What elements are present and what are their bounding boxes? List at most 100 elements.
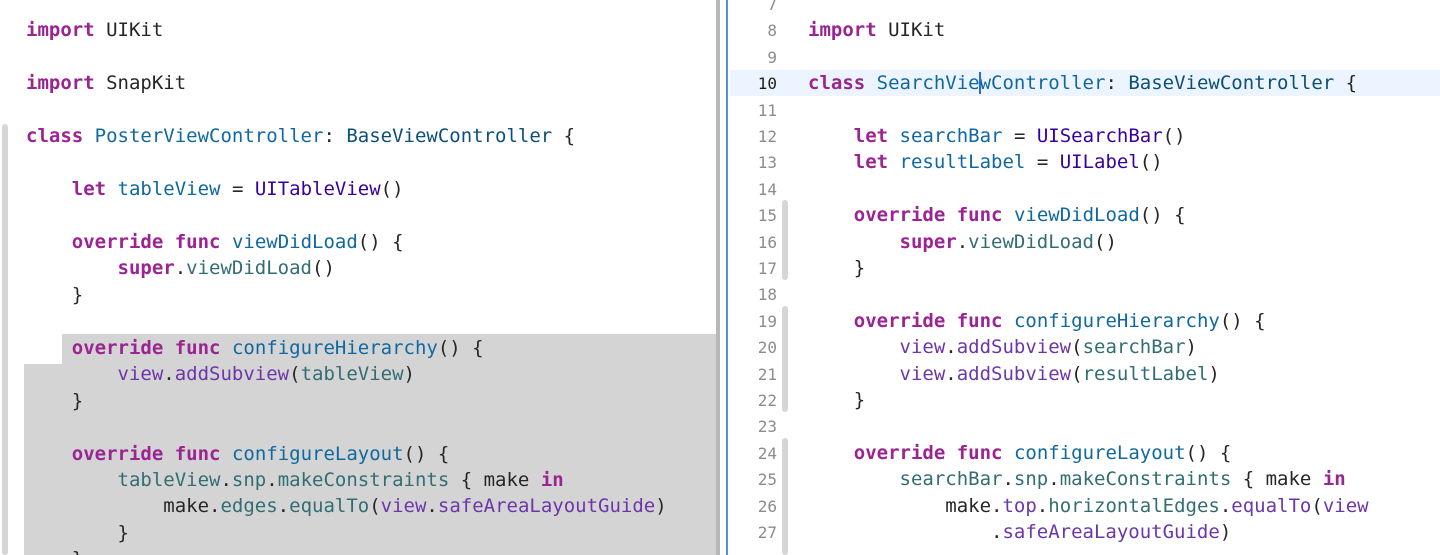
code-token: . — [426, 495, 438, 517]
code-token: . — [220, 469, 232, 491]
code-token: SnapKit — [94, 72, 187, 94]
code-line[interactable]: make.top.horizontalEdges.equalTo(view — [808, 493, 1368, 519]
code-fold-ribbon[interactable] — [2, 230, 8, 310]
line-number[interactable]: 20 — [720, 335, 777, 361]
code-line[interactable]: .safeAreaLayoutGuide) — [808, 519, 1231, 545]
line-number[interactable]: 10 — [720, 71, 777, 97]
line-number[interactable]: 12 — [720, 124, 777, 150]
code-token: } — [26, 548, 83, 555]
line-number[interactable]: 14 — [720, 177, 777, 203]
code-token: = — [1002, 125, 1037, 147]
line-number[interactable]: 24 — [720, 441, 777, 467]
line-number[interactable]: 7 — [720, 0, 777, 18]
code-line[interactable]: super.viewDidLoad() — [26, 255, 335, 281]
code-line[interactable]: override func viewDidLoad() { — [808, 202, 1186, 228]
code-line[interactable]: } — [26, 282, 83, 308]
code-line[interactable]: let resultLabel = UILabel() — [808, 149, 1163, 175]
code-line[interactable]: class PosterViewController: BaseViewCont… — [26, 123, 575, 149]
line-number[interactable]: 13 — [720, 150, 777, 176]
code-token: import — [26, 19, 95, 41]
code-token: class — [808, 72, 866, 95]
code-line[interactable]: tableView.snp.makeConstraints { make in — [26, 467, 564, 493]
code-token: view — [899, 362, 946, 385]
code-line[interactable]: } — [808, 387, 865, 413]
code-token: ( — [369, 495, 381, 517]
code-line[interactable]: } — [26, 520, 129, 546]
line-number[interactable]: 16 — [720, 230, 777, 256]
code-token: addSubview — [956, 336, 1072, 359]
code-line[interactable]: } — [808, 255, 865, 281]
code-token: view — [380, 495, 427, 517]
code-line[interactable]: override func viewDidLoad() { — [26, 229, 404, 255]
code-fold-ribbon[interactable] — [2, 336, 8, 555]
code-line[interactable]: class SearchViewController: BaseViewCont… — [808, 70, 1357, 96]
line-number[interactable]: 9 — [720, 45, 777, 71]
code-token: () — [380, 178, 404, 200]
line-number[interactable]: 21 — [720, 362, 777, 388]
code-fold-ribbon[interactable] — [782, 438, 788, 555]
line-number[interactable]: 8 — [720, 18, 777, 44]
code-token: makeConstraints — [277, 469, 450, 491]
code-line[interactable]: super.viewDidLoad() — [808, 229, 1117, 255]
code-token: let — [853, 125, 889, 147]
code-token: () { — [357, 231, 404, 253]
code-token: { make — [1231, 468, 1323, 491]
code-token: UISearchBar — [1036, 125, 1163, 147]
line-number[interactable]: 22 — [720, 388, 777, 414]
code-fold-ribbon[interactable] — [782, 306, 788, 412]
code-line[interactable]: make.edges.equalTo(view.safeAreaLayoutGu… — [26, 493, 666, 519]
code-line[interactable]: view.addSubview(resultLabel) — [808, 361, 1220, 387]
code-token: ( — [1311, 494, 1323, 517]
code-token: . — [945, 362, 957, 385]
code-line[interactable]: let searchBar = UISearchBar() — [808, 123, 1186, 149]
left-editor-pane[interactable]: import UIKit import SnapKit class PosterVi… — [0, 0, 716, 555]
code-token: () { — [437, 337, 484, 359]
line-number[interactable]: 27 — [720, 520, 777, 546]
code-line[interactable]: } — [26, 388, 83, 414]
code-token: ( — [1071, 336, 1083, 359]
code-line[interactable]: import UIKit — [26, 17, 163, 43]
right-editor-pane[interactable]: 7 8 9 10 11 12 13 14 15 16 17 18 19 20 21 22 23 24 25 26 27 … — [720, 0, 1440, 555]
code-token: } — [808, 257, 866, 279]
code-token: () — [1139, 151, 1163, 174]
code-token: ) — [1219, 521, 1232, 543]
line-number[interactable]: 17 — [720, 256, 777, 282]
line-number[interactable]: 25 — [720, 467, 777, 493]
code-line[interactable]: override func configureLayout() { — [808, 440, 1232, 466]
code-line[interactable]: override func configureHierarchy() { — [808, 308, 1266, 334]
line-number[interactable]: 19 — [720, 309, 777, 335]
code-line[interactable]: view.addSubview(searchBar) — [808, 334, 1197, 360]
code-token: . — [1219, 494, 1232, 517]
code-token: snp — [231, 469, 267, 491]
code-line[interactable]: let tableView = UITableView() — [26, 176, 404, 202]
code-token: configureLayout — [231, 443, 404, 465]
code-token: SearchViewController — [876, 72, 1106, 95]
line-number[interactable]: 26 — [720, 494, 777, 520]
code-token: addSubview — [174, 363, 290, 385]
line-number[interactable]: 11 — [720, 98, 777, 124]
code-token: edges — [220, 495, 278, 517]
code-line[interactable]: view.addSubview(tableView) — [26, 361, 415, 387]
code-line[interactable]: override func configureHierarchy() { — [26, 335, 484, 361]
code-line[interactable]: searchBar.snp.makeConstraints { make in — [808, 466, 1346, 492]
code-token: override — [71, 337, 164, 359]
code-line[interactable]: } — [26, 546, 83, 555]
code-token: view — [899, 336, 946, 359]
code-token: BaseViewController — [346, 125, 553, 147]
code-line[interactable]: import UIKit — [808, 17, 945, 43]
code-line[interactable]: override func configureLayout() { — [26, 441, 450, 467]
code-fold-ribbon[interactable] — [782, 200, 788, 280]
code-line[interactable]: import SnapKit — [26, 70, 186, 96]
code-token: . — [266, 469, 278, 491]
line-number[interactable]: 15 — [720, 203, 777, 229]
line-number[interactable]: 23 — [720, 414, 777, 440]
line-number[interactable]: 18 — [720, 282, 777, 308]
